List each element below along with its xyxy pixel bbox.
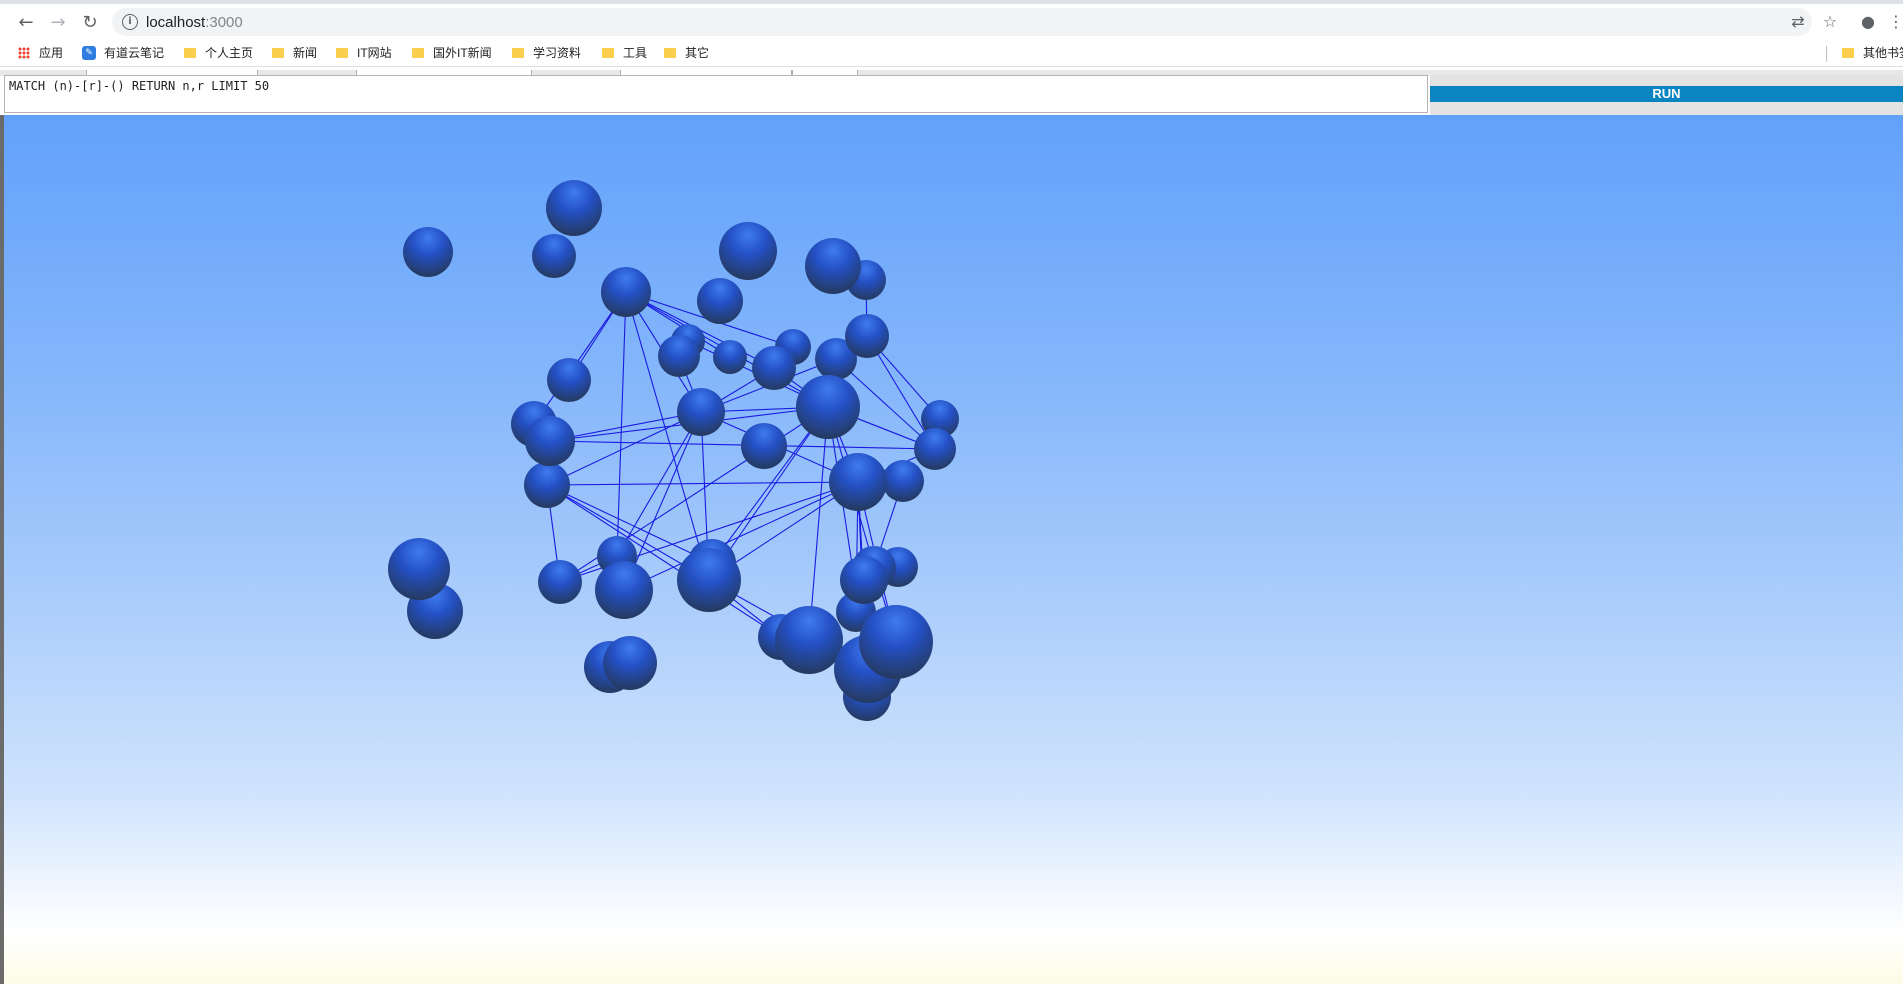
- graph-node-sphere[interactable]: [741, 423, 787, 469]
- graph-node-sphere[interactable]: [658, 335, 700, 377]
- graph-nodes: [388, 180, 959, 721]
- graph-node-sphere[interactable]: [532, 234, 576, 278]
- youdao-note-icon: ✎: [82, 45, 96, 60]
- profile-avatar-icon[interactable]: ●: [1858, 12, 1878, 32]
- bookmark-youdao-note[interactable]: ✎ 有道云笔记: [82, 44, 164, 62]
- graph-node-sphere[interactable]: [752, 346, 796, 390]
- graph-node-sphere[interactable]: [882, 460, 924, 502]
- browser-toolbar: ← → ↻ i localhost:3000 ⇄ ☆ ● ⋮: [0, 4, 1903, 40]
- folder-icon: [664, 47, 676, 58]
- browser-chrome: ← → ↻ i localhost:3000 ⇄ ☆ ● ⋮ 应用 ✎ 有道云笔记…: [0, 0, 1903, 70]
- cypher-query-input[interactable]: [4, 75, 1428, 113]
- bookmark-star-icon[interactable]: ☆: [1820, 12, 1840, 32]
- folder-icon: [272, 47, 284, 58]
- graph-node-sphere[interactable]: [845, 314, 889, 358]
- graph-edge: [616, 291, 627, 557]
- folder-icon: [602, 47, 614, 58]
- bookmark-folder-study[interactable]: 学习资料: [512, 44, 581, 62]
- graph-node-sphere[interactable]: [677, 388, 725, 436]
- menu-icon[interactable]: ⋮: [1888, 12, 1903, 32]
- bookmark-folder-personal[interactable]: 个人主页: [184, 44, 253, 62]
- bookmark-label: 应用: [39, 46, 64, 60]
- bookmark-folder-news[interactable]: 新闻: [272, 44, 317, 62]
- graph-node-sphere[interactable]: [840, 556, 888, 604]
- run-button[interactable]: RUN: [1430, 86, 1903, 102]
- bookmark-label: 新闻: [293, 46, 318, 60]
- graph-node-sphere[interactable]: [859, 605, 933, 679]
- translate-icon[interactable]: ⇄: [1788, 12, 1808, 32]
- bookmark-folder-other[interactable]: 其它: [664, 44, 709, 62]
- back-icon[interactable]: ←: [12, 8, 40, 36]
- graph-node-sphere[interactable]: [595, 561, 653, 619]
- graph-node-sphere[interactable]: [538, 560, 582, 604]
- graph-edge: [623, 481, 859, 591]
- graph-node-sphere[interactable]: [388, 538, 450, 600]
- bookmark-apps[interactable]: 应用: [18, 44, 63, 62]
- bookmark-other-bookmarks[interactable]: 其他书签: [1842, 44, 1903, 62]
- address-bar[interactable]: i localhost:3000: [112, 8, 1812, 36]
- graph-node-sphere[interactable]: [914, 428, 956, 470]
- graph-node-sphere[interactable]: [677, 548, 741, 612]
- folder-icon: [1842, 47, 1854, 58]
- graph-node-sphere[interactable]: [805, 238, 861, 294]
- reload-icon[interactable]: ↻: [76, 8, 104, 36]
- folder-icon: [336, 47, 348, 58]
- graph-3d-viewport[interactable]: [4, 115, 1903, 984]
- graph-node-sphere[interactable]: [603, 636, 657, 690]
- bookmark-label: 工具: [623, 46, 648, 60]
- graph-node-sphere[interactable]: [775, 606, 843, 674]
- graph-node-sphere[interactable]: [403, 227, 453, 277]
- bookmark-folder-it-sites[interactable]: IT网站: [336, 44, 392, 62]
- graph-node-sphere[interactable]: [524, 462, 570, 508]
- url-host: localhost: [146, 14, 206, 31]
- graph-node-sphere[interactable]: [719, 222, 777, 280]
- graph-node-sphere[interactable]: [713, 340, 747, 374]
- bookmarks-bar: 应用 ✎ 有道云笔记 个人主页 新闻 IT网站 国外IT新闻 学习资料 工具 其它…: [0, 40, 1903, 67]
- bookmarks-divider: [1826, 46, 1827, 62]
- folder-icon: [512, 47, 524, 58]
- graph-node-sphere[interactable]: [525, 416, 575, 466]
- folder-icon: [184, 47, 196, 58]
- apps-grid-icon: [18, 46, 30, 59]
- bookmark-folder-tools[interactable]: 工具: [602, 44, 647, 62]
- bookmark-label: 其他书签: [1863, 46, 1903, 60]
- bookmark-folder-foreign-it-news[interactable]: 国外IT新闻: [412, 44, 492, 62]
- graph-node-sphere[interactable]: [829, 453, 887, 511]
- folder-icon: [412, 47, 424, 58]
- url-port: :3000: [205, 14, 243, 31]
- forward-icon[interactable]: →: [44, 8, 72, 36]
- graph-edge: [546, 481, 859, 486]
- info-icon[interactable]: i: [122, 14, 138, 30]
- graph-canvas[interactable]: [4, 115, 1903, 984]
- graph-node-sphere[interactable]: [697, 278, 743, 324]
- graph-node-sphere[interactable]: [547, 358, 591, 402]
- bookmark-label: 有道云笔记: [104, 46, 165, 60]
- graph-node-sphere[interactable]: [601, 267, 651, 317]
- graph-node-sphere[interactable]: [796, 375, 860, 439]
- bookmark-label: 个人主页: [205, 46, 254, 60]
- bookmark-label: IT网站: [357, 46, 392, 60]
- url-text[interactable]: localhost:3000: [146, 14, 243, 31]
- graph-edge: [808, 406, 829, 641]
- graph-node-sphere[interactable]: [546, 180, 602, 236]
- graph-edge: [546, 484, 782, 638]
- bookmark-label: 其它: [685, 46, 710, 60]
- bookmark-label: 学习资料: [533, 46, 582, 60]
- bookmark-label: 国外IT新闻: [433, 46, 492, 60]
